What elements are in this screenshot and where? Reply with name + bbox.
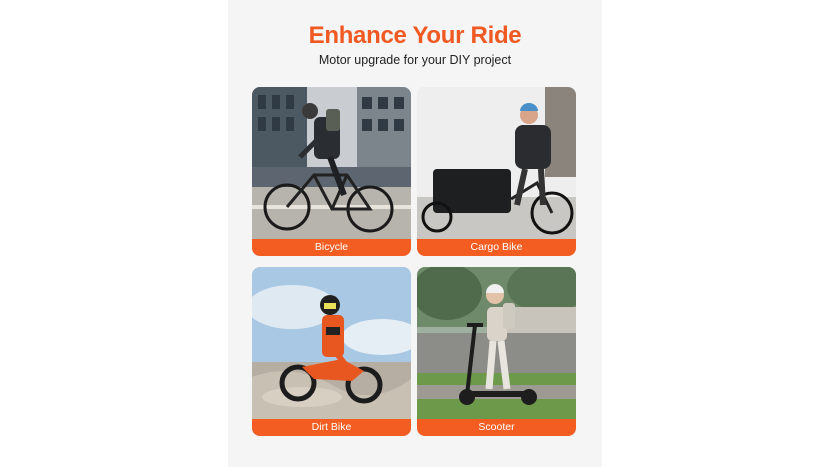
dirt-bike-photo bbox=[252, 267, 411, 419]
card-dirt-bike[interactable]: Dirt Bike bbox=[252, 267, 411, 436]
card-label: Scooter bbox=[417, 419, 576, 436]
card-scooter[interactable]: Scooter bbox=[417, 267, 576, 436]
scooter-photo bbox=[417, 267, 576, 419]
card-cargo-bike[interactable]: Cargo Bike bbox=[417, 87, 576, 256]
card-label: Cargo Bike bbox=[417, 239, 576, 256]
card-bicycle[interactable]: Bicycle bbox=[252, 87, 411, 256]
bicycle-photo bbox=[252, 87, 411, 239]
page-subtitle: Motor upgrade for your DIY project bbox=[318, 53, 512, 67]
cargo-bike-photo bbox=[417, 87, 576, 239]
card-label: Bicycle bbox=[252, 239, 411, 256]
page-title: Enhance Your Ride bbox=[308, 22, 522, 49]
card-label: Dirt Bike bbox=[252, 419, 411, 436]
